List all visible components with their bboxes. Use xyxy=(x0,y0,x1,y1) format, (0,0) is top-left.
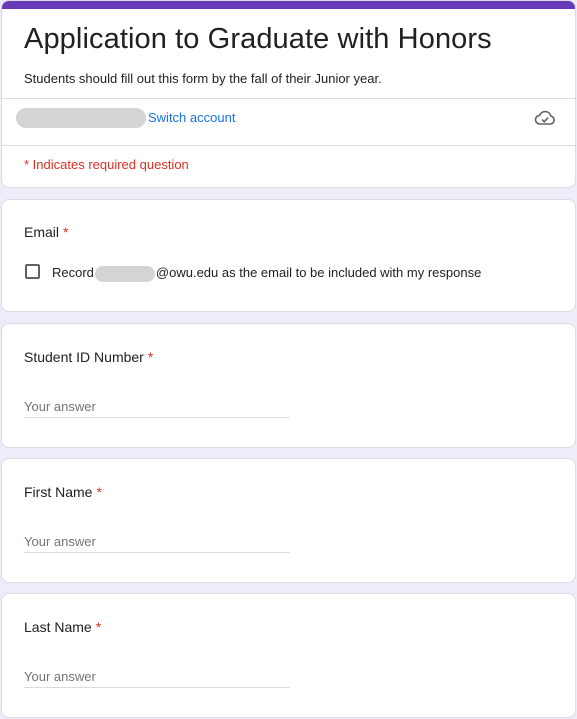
record-email-checkbox[interactable] xyxy=(25,264,40,279)
student-id-input[interactable] xyxy=(24,395,290,418)
record-domain: @owu.edu xyxy=(155,265,219,280)
required-asterisk: * xyxy=(147,349,154,365)
switch-account-link[interactable]: Switch account xyxy=(148,109,235,127)
question-title-text: Student ID Number xyxy=(24,349,144,365)
form-title: Application to Graduate with Honors xyxy=(24,23,492,55)
last-name-input[interactable] xyxy=(24,665,290,688)
required-asterisk: * xyxy=(63,224,69,240)
required-asterisk: * xyxy=(95,619,102,635)
question-title-text: Last Name xyxy=(24,619,92,635)
form-header-card: Application to Graduate with Honors Stud… xyxy=(1,0,576,188)
required-question-note: * Indicates required question xyxy=(24,157,189,172)
question-title-student-id: Student ID Number * xyxy=(24,347,153,367)
question-title-text: Email xyxy=(24,224,60,240)
form-description: Students should fill out this form by th… xyxy=(24,71,382,86)
record-suffix: as the email to be included with my resp… xyxy=(218,265,482,280)
question-card-last-name: Last Name * xyxy=(1,593,576,718)
required-asterisk: * xyxy=(96,484,102,500)
question-card-first-name: First Name * xyxy=(1,458,576,583)
question-title-last-name: Last Name * xyxy=(24,617,101,637)
record-prefix: Record xyxy=(52,265,94,280)
account-email-redacted xyxy=(16,108,146,128)
divider xyxy=(2,98,575,99)
divider xyxy=(2,145,575,146)
first-name-input[interactable] xyxy=(24,530,290,553)
cloud-saved-icon[interactable] xyxy=(534,109,556,127)
email-username-redacted xyxy=(94,265,155,282)
question-card-student-id: Student ID Number * xyxy=(1,323,576,448)
question-title-first-name: First Name * xyxy=(24,482,102,502)
record-email-label[interactable]: Record @owu.edu as the email to be includ… xyxy=(52,264,481,282)
question-card-email: Email * Record @owu.edu as the email to be… xyxy=(1,199,576,312)
header-accent-bar xyxy=(2,1,575,9)
question-title-text: First Name xyxy=(24,484,93,500)
question-title-email: Email * xyxy=(24,222,68,242)
